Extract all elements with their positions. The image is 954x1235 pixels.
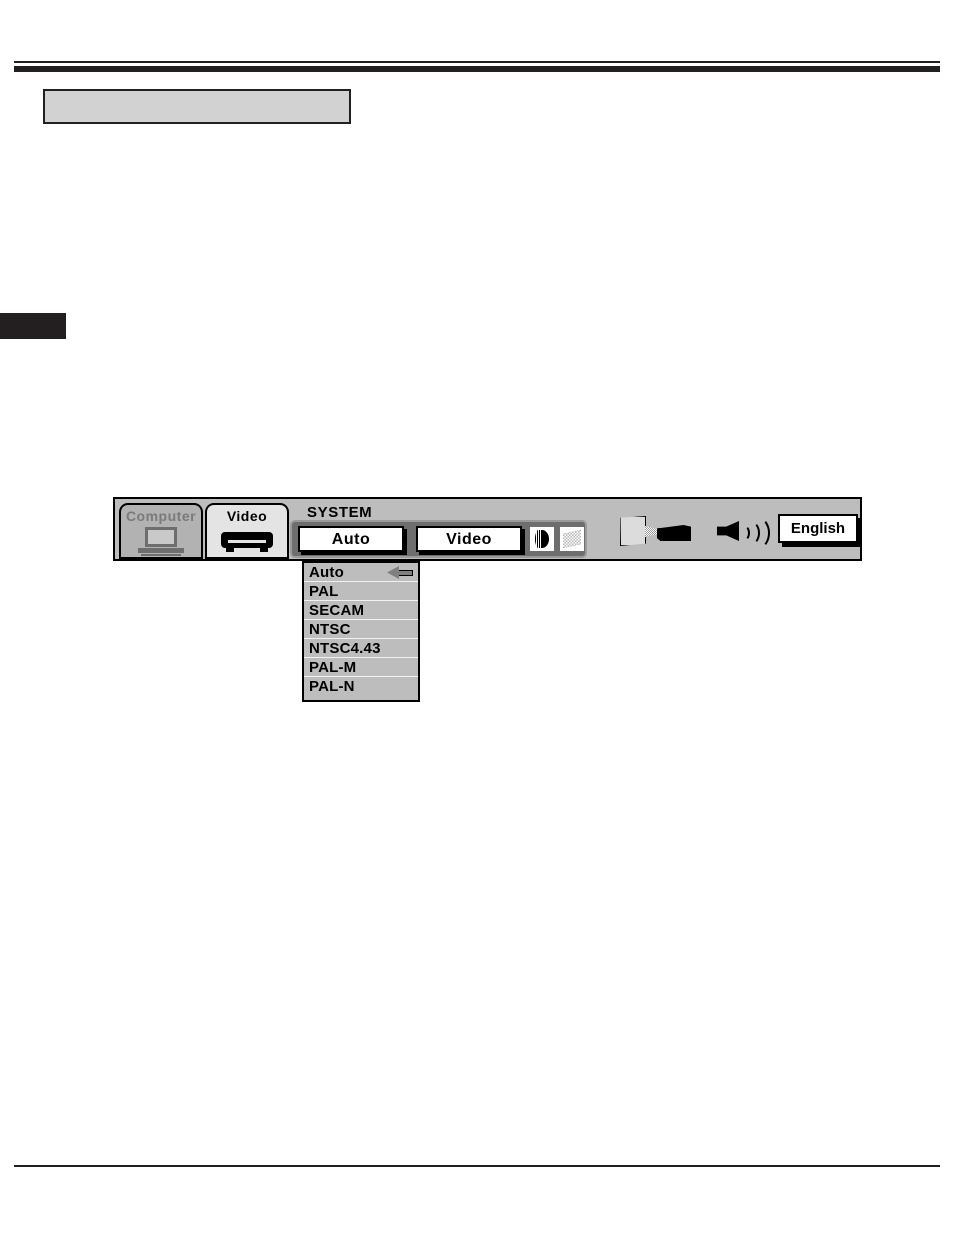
- system-group-label: SYSTEM: [307, 504, 373, 521]
- vcr-icon: [221, 530, 273, 556]
- source-tab-computer-label: Computer: [125, 508, 197, 524]
- source-tab-computer[interactable]: Computer: [119, 503, 203, 559]
- header-rule-thick: [14, 66, 940, 72]
- image-adjust-icon[interactable]: [530, 527, 554, 551]
- list-item[interactable]: NTSC: [304, 620, 418, 639]
- list-item[interactable]: PAL-M: [304, 658, 418, 677]
- osd-menu-bar: Computer Video SYSTEM Auto Video English: [113, 497, 862, 561]
- list-item-label: PAL: [309, 583, 339, 600]
- system-auto-field[interactable]: Auto: [298, 526, 404, 552]
- footer-rule: [14, 1165, 940, 1167]
- list-item-label: NTSC: [309, 621, 351, 638]
- list-item[interactable]: PAL: [304, 582, 418, 601]
- list-item[interactable]: PAL-N: [304, 677, 418, 696]
- page-title-plate: [43, 89, 351, 124]
- volume-icon[interactable]: [717, 515, 770, 549]
- source-tab-video-label: Video: [226, 508, 268, 524]
- list-item-label: PAL-M: [309, 659, 357, 676]
- list-item[interactable]: SECAM: [304, 601, 418, 620]
- laptop-icon: [138, 527, 184, 557]
- system-group: Auto Video: [290, 520, 587, 558]
- system-dropdown-list: Auto PAL SECAM NTSC NTSC4.43 PAL-M PAL-N: [302, 561, 420, 702]
- list-item-label: Auto: [309, 564, 344, 581]
- header-rule-thin: [14, 61, 940, 63]
- page-section-tab: [0, 313, 66, 339]
- source-tab-video[interactable]: Video: [205, 503, 289, 559]
- list-item[interactable]: NTSC4.43: [304, 639, 418, 658]
- screen-icon[interactable]: [560, 527, 584, 551]
- list-item-label: SECAM: [309, 602, 365, 619]
- list-item-label: NTSC4.43: [309, 640, 381, 657]
- projector-icon[interactable]: [620, 515, 692, 549]
- left-arrow-icon: [387, 566, 413, 579]
- system-video-field[interactable]: Video: [416, 526, 522, 552]
- list-item-label: PAL-N: [309, 678, 355, 695]
- language-field[interactable]: English: [778, 514, 858, 543]
- list-item[interactable]: Auto: [304, 563, 418, 582]
